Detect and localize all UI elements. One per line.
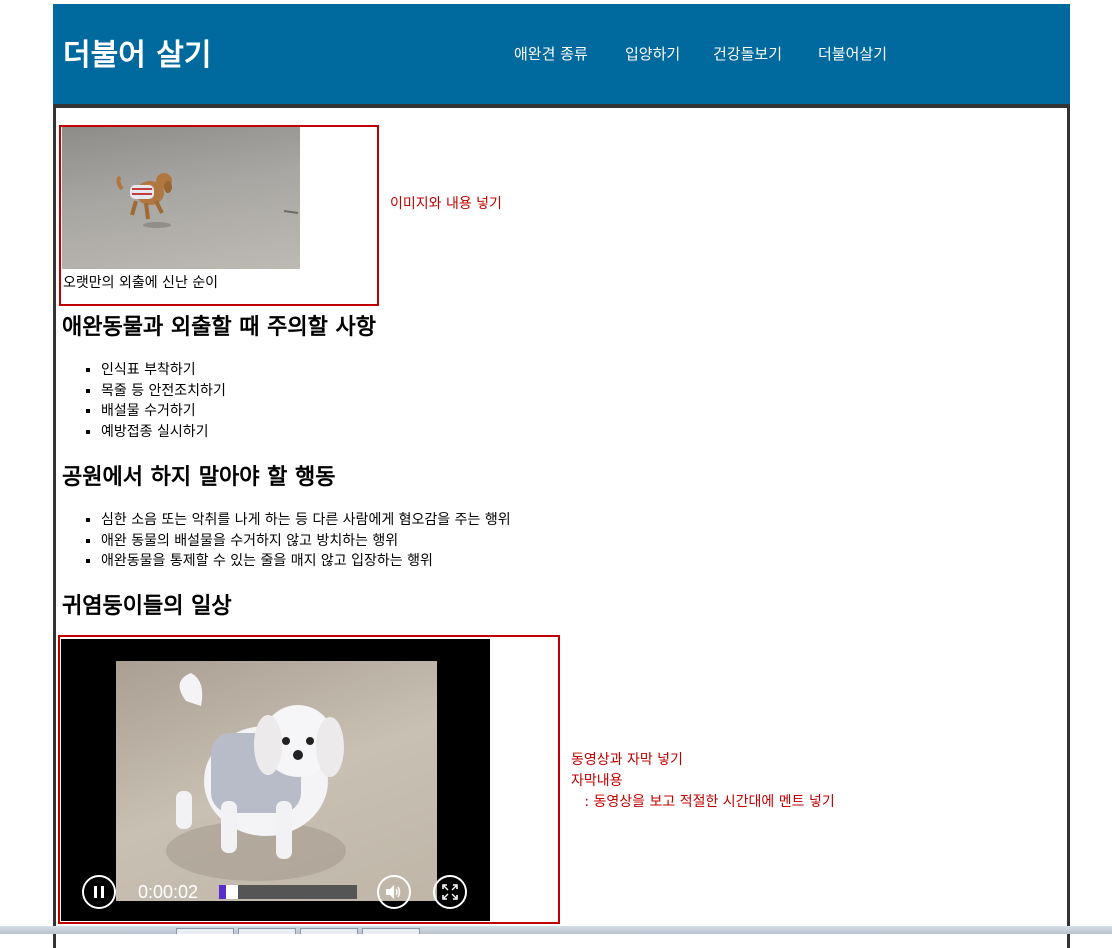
- video-annotation-title: 동영상과 자막 넣기: [571, 752, 683, 768]
- list-item: 애완동물을 통제할 수 있는 줄을 매지 않고 입장하는 행위: [101, 551, 511, 572]
- video-progress-knob[interactable]: [226, 885, 238, 899]
- video-controls: 0:00:02: [61, 871, 490, 917]
- list-item: 애완 동물의 배설물을 수거하지 않고 방치하는 행위: [101, 531, 511, 552]
- fullscreen-icon: [442, 884, 458, 900]
- outing-tips-list: 인식표 부착하기 목줄 등 안전조치하기 배설물 수거하기 예방접종 실시하기: [65, 360, 226, 442]
- video-time: 0:00:02: [138, 882, 199, 902]
- figure-annotation-note: 이미지와 내용 넣기: [390, 196, 502, 212]
- volume-icon: [386, 885, 401, 899]
- taskbar-button[interactable]: [238, 928, 296, 934]
- pause-icon: [94, 886, 104, 898]
- section-heading-daily-life: 귀염둥이들의 일상: [62, 594, 232, 619]
- video-progress-fill: [219, 885, 226, 899]
- taskbar-button[interactable]: [176, 928, 234, 934]
- dog-running-photo: [62, 127, 300, 269]
- list-item: 목줄 등 안전조치하기: [101, 381, 226, 402]
- nav-item-adoption[interactable]: 입양하기: [625, 44, 680, 64]
- list-item: 인식표 부착하기: [101, 360, 226, 381]
- nav-item-health-care[interactable]: 건강돌보기: [713, 44, 782, 64]
- figure-caption: 오랫만의 외출에 신난 순이: [63, 275, 219, 291]
- list-item: 배설물 수거하기: [101, 401, 226, 422]
- pause-button[interactable]: [82, 875, 116, 909]
- video-frame: [116, 661, 437, 901]
- nav-item-dog-types[interactable]: 애완견 종류: [514, 44, 588, 64]
- section-heading-park-rules: 공원에서 하지 말아야 할 행동: [62, 465, 336, 490]
- list-item: 예방접종 실시하기: [101, 422, 226, 443]
- volume-button[interactable]: [377, 875, 411, 909]
- park-rules-list: 심한 소음 또는 악취를 나게 하는 등 다른 사람에게 혐오감을 주는 행위 …: [65, 510, 511, 572]
- fullscreen-button[interactable]: [433, 875, 467, 909]
- taskbar-button[interactable]: [300, 928, 358, 934]
- os-taskbar: [0, 926, 1112, 934]
- section-heading-outing-tips: 애완동물과 외출할 때 주의할 사항: [62, 315, 376, 340]
- video-annotation-subtitle-label: 자막내용: [571, 773, 623, 789]
- taskbar-button[interactable]: [362, 928, 420, 934]
- video-annotation-subtitle-desc: : 동영상을 보고 적절한 시간대에 멘트 넣기: [571, 794, 835, 810]
- nav-item-living-together[interactable]: 더불어살기: [818, 44, 887, 64]
- list-item: 심한 소음 또는 악취를 나게 하는 등 다른 사람에게 혐오감을 주는 행위: [101, 510, 511, 531]
- video-player[interactable]: 0:00:02: [61, 639, 490, 921]
- video-progress-bar[interactable]: [219, 885, 357, 899]
- site-header: 더불어 살기 애완견 종류 입양하기 건강돌보기 더불어살기: [53, 4, 1070, 104]
- main-nav: 애완견 종류 입양하기 건강돌보기 더불어살기: [53, 44, 1070, 68]
